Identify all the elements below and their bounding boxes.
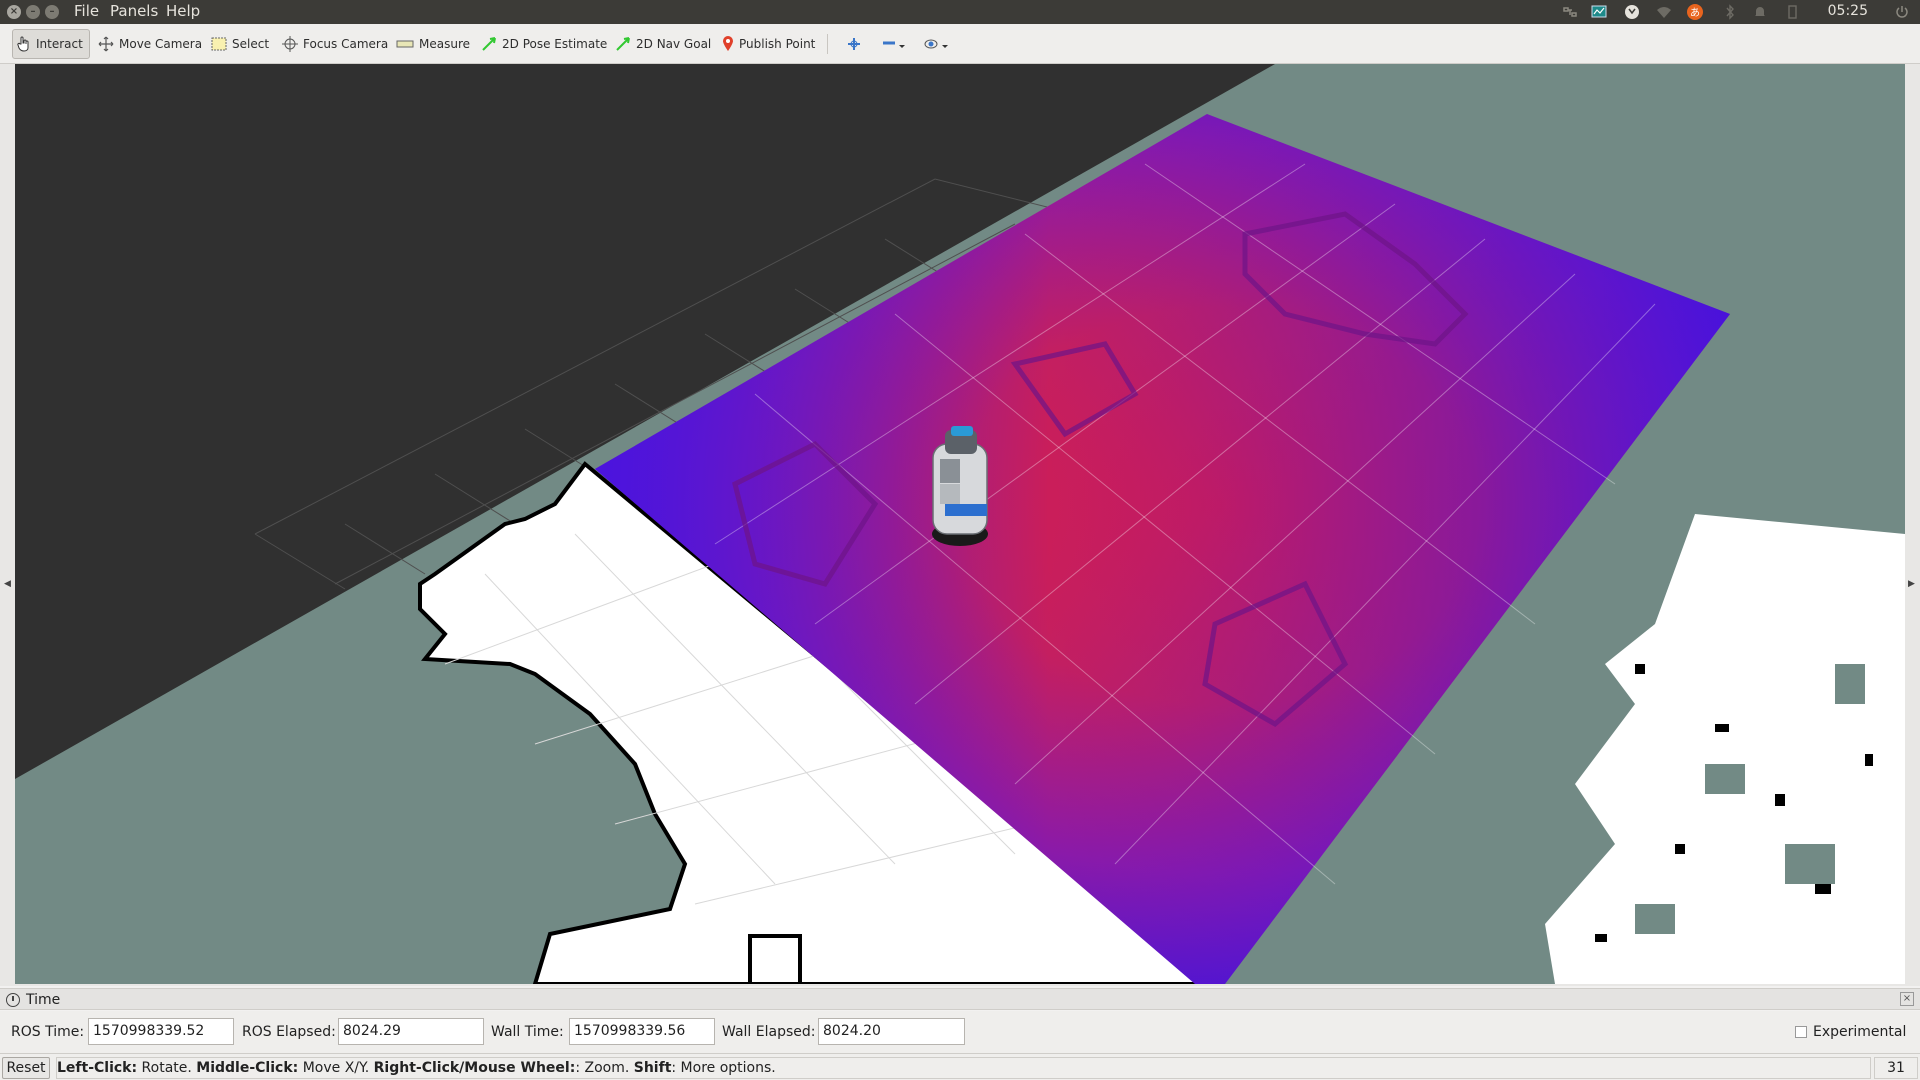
battery-icon[interactable] [1784, 4, 1800, 20]
tool-interact[interactable]: Interact [12, 29, 90, 59]
add-tool-icon [848, 38, 860, 50]
time-panel: ROS Time: 1570998339.52 ROS Elapsed: 802… [0, 1011, 1920, 1053]
3d-render-view[interactable] [15, 64, 1905, 984]
ros-time-label: ROS Time: [11, 1024, 85, 1040]
left-dock-collapse-icon[interactable]: ◀ [4, 579, 11, 589]
hint-key: Right-Click/Mouse Wheel: [373, 1060, 576, 1076]
tool-2d-pose-estimate[interactable]: 2D Pose Estimate [477, 29, 611, 59]
selection-box-icon [211, 37, 227, 51]
menu-panels[interactable]: Panels [110, 2, 158, 20]
bluetooth-icon[interactable] [1722, 4, 1738, 20]
status-bar: Reset Left-Click: Rotate. Middle-Click: … [0, 1053, 1920, 1080]
wifi-icon[interactable] [1656, 4, 1672, 20]
tool-publish-point-label: Publish Point [739, 37, 816, 51]
clock[interactable]: 05:25 [1828, 3, 1868, 19]
system-monitor-icon[interactable] [1591, 4, 1607, 20]
hint-text: : More options. [671, 1060, 776, 1076]
tool-select[interactable]: Select [207, 29, 273, 59]
tool-move-camera[interactable]: Move Camera [94, 29, 206, 59]
minimize-window-button[interactable]: – [26, 5, 40, 19]
close-window-button[interactable]: × [7, 5, 21, 19]
network-manager-icon[interactable] [1562, 4, 1578, 20]
tool-2d-nav-goal[interactable]: 2D Nav Goal [611, 29, 715, 59]
right-dock-collapse-icon[interactable]: ▶ [1908, 579, 1915, 589]
ruler-icon [396, 40, 414, 48]
tool-measure-label: Measure [419, 37, 470, 51]
green-arrow-icon [482, 37, 496, 51]
map-pin-icon [723, 36, 733, 51]
rviz-window: × – – File Panels Help あ 05:25 Interact … [0, 0, 1920, 1080]
tool-focus-camera-label: Focus Camera [303, 37, 389, 51]
wall-time-field[interactable]: 1570998339.56 [569, 1018, 715, 1045]
remove-tool-button[interactable] [878, 29, 910, 59]
fps-counter: 31 fps [1874, 1057, 1918, 1079]
updates-icon[interactable] [1624, 4, 1640, 20]
view-eye-icon [924, 39, 948, 49]
ros-elapsed-field[interactable]: 8024.29 [338, 1018, 484, 1045]
maximize-window-button[interactable]: – [45, 5, 59, 19]
experimental-label: Experimental [1813, 1024, 1907, 1040]
close-panel-button[interactable]: × [1900, 992, 1914, 1006]
toolbar-separator [827, 34, 828, 54]
reset-button[interactable]: Reset [2, 1057, 50, 1079]
hand-pointer-icon [17, 36, 29, 52]
menu-file[interactable]: File [74, 2, 99, 20]
hint-key: Middle-Click: [196, 1060, 299, 1076]
ros-elapsed-label: ROS Elapsed: [242, 1024, 336, 1040]
input-method-icon[interactable]: あ [1687, 4, 1703, 20]
tool-move-camera-label: Move Camera [119, 37, 203, 51]
tool-interact-label: Interact [36, 37, 83, 51]
tool-measure[interactable]: Measure [392, 29, 474, 59]
crosshair-icon [282, 36, 298, 52]
tool-2d-pose-estimate-label: 2D Pose Estimate [502, 37, 608, 51]
add-tool-button[interactable] [843, 29, 865, 59]
tools-toolbar: Interact Move Camera Select Focus Camera… [0, 24, 1920, 64]
menu-help[interactable]: Help [166, 2, 200, 20]
move-arrows-icon [98, 36, 114, 52]
hint-key: Shift [633, 1060, 672, 1076]
3d-scene[interactable] [15, 64, 1905, 984]
time-panel-titlebar: Time × [0, 988, 1920, 1010]
hint-text: : Zoom. [575, 1060, 634, 1076]
wall-elapsed-field[interactable]: 8024.20 [818, 1018, 965, 1045]
clock-icon [6, 993, 20, 1007]
experimental-checkbox[interactable] [1795, 1026, 1807, 1038]
ros-time-field[interactable]: 1570998339.52 [88, 1018, 234, 1045]
green-arrow-icon [616, 37, 630, 51]
tool-focus-camera[interactable]: Focus Camera [278, 29, 392, 59]
remove-tool-icon [883, 41, 905, 48]
tool-select-label: Select [232, 37, 270, 51]
hint-text: Move X/Y. [298, 1060, 374, 1076]
notifications-icon[interactable] [1752, 4, 1768, 20]
wall-time-label: Wall Time: [491, 1024, 564, 1040]
tool-publish-point[interactable]: Publish Point [718, 29, 819, 59]
hint-key: Left-Click: [57, 1060, 138, 1076]
interaction-hint: Left-Click: Rotate. Middle-Click: Move X… [56, 1057, 1871, 1079]
time-panel-title: Time [26, 992, 61, 1008]
hint-text: Rotate. [137, 1060, 197, 1076]
wall-elapsed-label: Wall Elapsed: [722, 1024, 816, 1040]
view-menu-button[interactable] [920, 29, 954, 59]
menubar: × – – File Panels Help あ 05:25 [0, 0, 1920, 24]
svg-text:あ: あ [1690, 7, 1700, 19]
power-icon[interactable] [1894, 4, 1910, 20]
tool-2d-nav-goal-label: 2D Nav Goal [636, 37, 712, 51]
